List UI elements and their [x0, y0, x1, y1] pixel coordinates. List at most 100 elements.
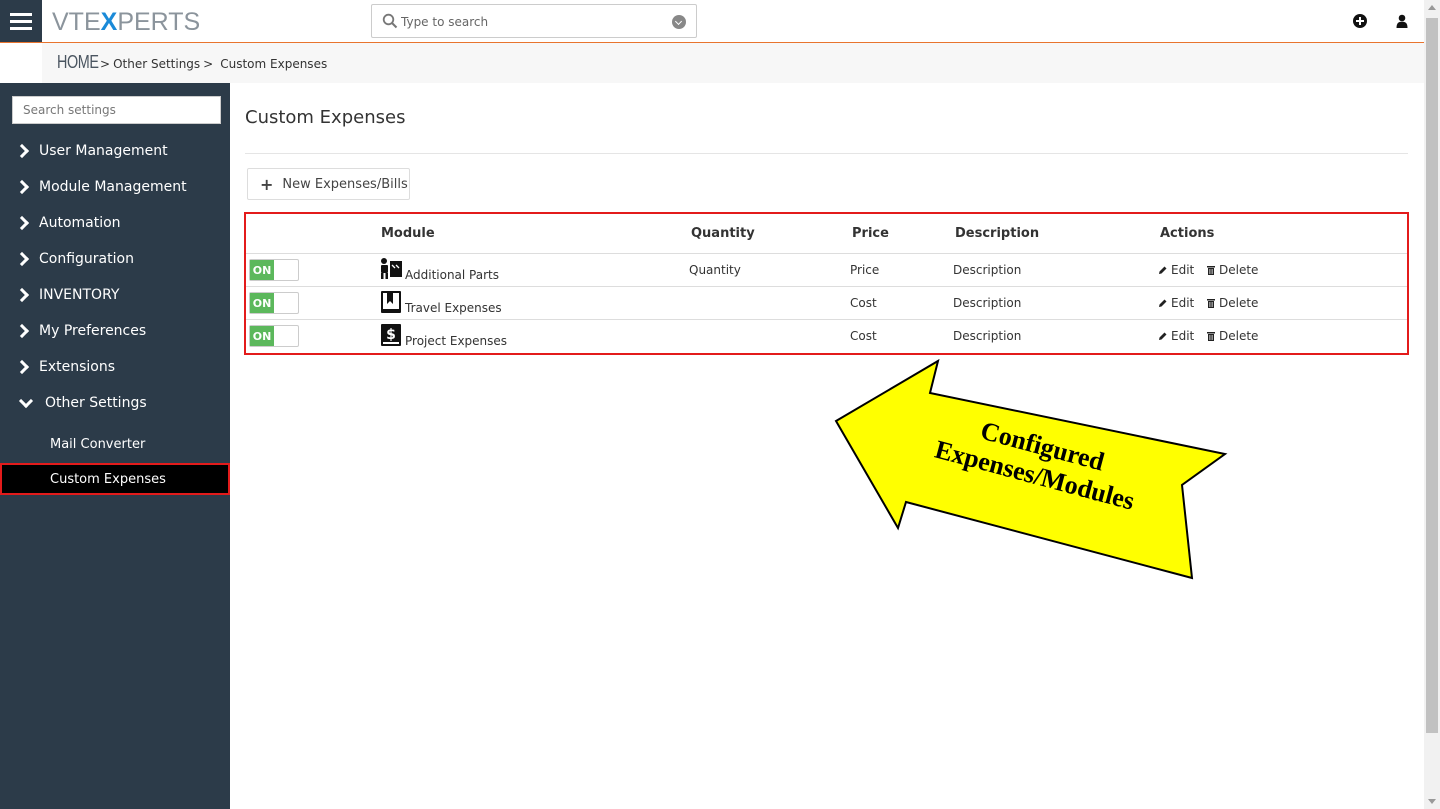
sidebar-item-other-settings[interactable]: Other Settings	[0, 388, 230, 418]
trash-icon	[1207, 299, 1215, 308]
vtexperts-logo[interactable]: VTEXPERTS	[52, 8, 200, 37]
plus-icon: +	[260, 174, 274, 194]
table-row: ON $ Project Expenses Cost Description E…	[246, 320, 1407, 353]
project-expense-icon: $	[381, 324, 401, 346]
parts-icon	[381, 258, 402, 279]
breadcrumb-other-settings[interactable]: Other Settings	[113, 57, 200, 71]
edit-button[interactable]: Edit	[1158, 263, 1194, 277]
sidebar-subitem-label: Mail Converter	[50, 436, 146, 452]
column-header-quantity: Quantity	[691, 226, 755, 241]
delete-label: Delete	[1219, 296, 1259, 310]
module-name[interactable]: Project Expenses	[405, 334, 507, 348]
module-name[interactable]: Travel Expenses	[405, 301, 502, 315]
edit-label: Edit	[1171, 296, 1195, 310]
price-cell: Price	[850, 263, 880, 277]
column-header-price: Price	[852, 226, 889, 241]
table-header: Module Quantity Price Description Action…	[246, 214, 1407, 254]
edit-button[interactable]: Edit	[1158, 329, 1194, 343]
trash-icon	[1207, 266, 1215, 275]
description-cell: Description	[953, 296, 1022, 310]
breadcrumb-separator: >	[100, 57, 111, 71]
sidebar-subitem-label: Custom Expenses	[50, 471, 166, 487]
logo-text-x: X	[100, 8, 118, 36]
pencil-icon	[1159, 266, 1167, 274]
sidebar-item-automation[interactable]: Automation	[0, 208, 230, 238]
module-name[interactable]: Additional Parts	[405, 268, 499, 282]
page-scrollbar[interactable]	[1424, 0, 1440, 809]
price-cell: Cost	[850, 329, 877, 343]
chevron-right-icon	[14, 215, 30, 231]
breadcrumb-custom-expenses: Custom Expenses	[220, 57, 328, 71]
sidebar-item-label: Automation	[39, 215, 121, 231]
sidebar-item-label: Configuration	[39, 251, 134, 267]
toggle-on-label: ON	[250, 260, 274, 280]
toggle-on-label: ON	[250, 293, 274, 313]
breadcrumb-bar-spacer	[0, 43, 42, 83]
sidebar-subitem-mail-converter[interactable]: Mail Converter	[0, 428, 230, 460]
hamburger-line	[10, 19, 32, 23]
travel-icon	[381, 291, 401, 313]
sidebar-item-label: My Preferences	[39, 323, 147, 339]
scroll-down-arrow-icon[interactable]	[1428, 799, 1436, 804]
sidebar-item-configuration[interactable]: Configuration	[0, 244, 230, 274]
sidebar-item-label: INVENTORY	[39, 287, 120, 303]
add-circle-icon[interactable]	[1352, 13, 1368, 29]
title-divider	[245, 153, 1408, 154]
global-search-box	[371, 4, 697, 38]
scroll-up-arrow-icon[interactable]	[1428, 5, 1436, 10]
sidebar-item-label: Other Settings	[45, 395, 147, 411]
callout-arrow: Configured Expenses/Modules	[834, 358, 1228, 580]
chevron-right-icon	[14, 251, 30, 267]
chevron-down-icon	[18, 393, 34, 408]
quantity-cell: Quantity	[689, 263, 741, 277]
pencil-icon	[1159, 299, 1167, 307]
table-row: ON Additional Parts Quantity Price Descr…	[246, 254, 1407, 287]
scrollbar-thumb[interactable]	[1426, 18, 1438, 733]
column-header-module: Module	[381, 226, 435, 241]
chevron-right-icon	[14, 143, 30, 159]
chevron-right-icon	[14, 179, 30, 195]
logo-text-right: PERTS	[117, 8, 201, 36]
sidebar-item-extensions[interactable]: Extensions	[0, 352, 230, 382]
search-dropdown-icon[interactable]	[672, 15, 686, 29]
description-cell: Description	[953, 329, 1022, 343]
status-toggle[interactable]: ON	[249, 325, 299, 347]
new-button-label: New Expenses/Bills	[282, 176, 408, 192]
sidebar-item-my-preferences[interactable]: My Preferences	[0, 316, 230, 346]
search-icon	[382, 13, 398, 29]
chevron-right-icon	[14, 323, 30, 339]
logo-text-left: VTE	[52, 8, 101, 36]
chevron-right-icon	[14, 287, 30, 303]
breadcrumb-home[interactable]: HOME	[57, 52, 99, 73]
main-content: Custom Expenses + New Expenses/Bills Mod…	[230, 83, 1424, 809]
column-header-actions: Actions	[1160, 226, 1215, 241]
sidebar-item-inventory[interactable]: INVENTORY	[0, 280, 230, 310]
sidebar-item-label: User Management	[39, 143, 168, 159]
sidebar-item-user-management[interactable]: User Management	[0, 136, 230, 166]
svg-text:$: $	[386, 327, 396, 343]
settings-search-box	[12, 96, 221, 124]
pencil-icon	[1159, 332, 1167, 340]
breadcrumb-separator: >	[203, 57, 214, 71]
menu-toggle-button[interactable]	[0, 0, 42, 42]
trash-icon	[1207, 332, 1215, 341]
delete-button[interactable]: Delete	[1206, 263, 1258, 277]
sidebar-subitem-custom-expenses[interactable]: Custom Expenses	[0, 463, 230, 495]
status-toggle[interactable]: ON	[249, 259, 299, 281]
delete-button[interactable]: Delete	[1206, 296, 1258, 310]
top-bar: VTEXPERTS	[0, 0, 1424, 43]
breadcrumb: HOME > Other Settings > Custom Expenses	[57, 52, 327, 73]
global-search-input[interactable]	[401, 12, 661, 32]
new-expenses-bills-button[interactable]: + New Expenses/Bills	[247, 168, 410, 200]
sidebar-item-module-management[interactable]: Module Management	[0, 172, 230, 202]
edit-button[interactable]: Edit	[1158, 296, 1194, 310]
delete-button[interactable]: Delete	[1206, 329, 1258, 343]
chevron-right-icon	[14, 359, 30, 375]
table-row: ON Travel Expenses Cost Description Edit…	[246, 287, 1407, 320]
settings-search-input[interactable]	[13, 97, 220, 123]
settings-sidebar: User Management Module Management Automa…	[0, 83, 230, 809]
toggle-on-label: ON	[250, 326, 274, 346]
expenses-table: Module Quantity Price Description Action…	[244, 212, 1409, 355]
status-toggle[interactable]: ON	[249, 292, 299, 314]
user-icon[interactable]	[1394, 13, 1410, 29]
